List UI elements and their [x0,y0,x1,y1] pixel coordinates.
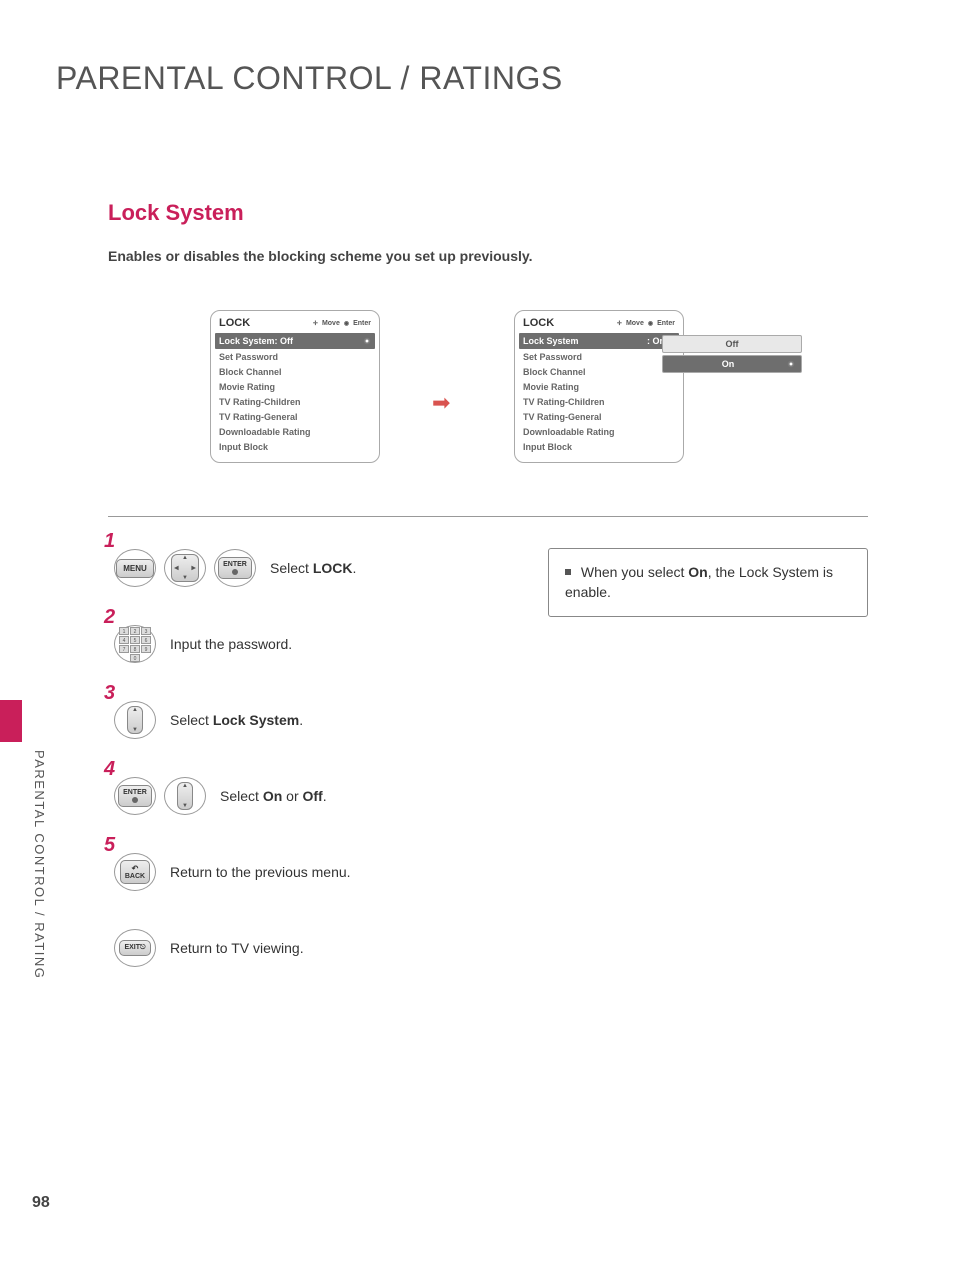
osd-item: Block Channel [211,364,379,379]
radio-icon [787,360,795,368]
osd-item: Set Password [515,349,683,364]
number-keypad-icon: 123 456 789 0 [119,627,151,662]
remote-button-wrap: ENTER [214,549,256,587]
exit-button: EXIT⎋ [119,940,150,956]
step-1: 1 MENU ▲▼◀▶ ENTER Select LOCK. [114,544,534,592]
page-number: 98 [32,1194,50,1212]
step-number: 1 [104,530,115,553]
sidebar-label: PARENTAL CONTROL / RATING [32,750,47,979]
page-title: PARENTAL CONTROL / RATINGS [56,60,563,97]
step-number: 5 [104,834,115,857]
remote-button-wrap: ▲▼ [164,777,206,815]
osd-hints: ✛Move ◉Enter [617,320,675,327]
osd-hints: ✛Move ◉Enter [313,320,371,327]
enter-button: ENTER [118,785,152,807]
remote-button-wrap: ENTER [114,777,156,815]
step-number: 2 [104,606,115,629]
step-5: 5 ↶ BACK Return to the previous menu. [114,848,534,896]
osd-lock-system-row: Lock System : Off [215,333,375,349]
osd-item: TV Rating-Children [211,394,379,409]
osd-title: LOCK [219,317,250,329]
step-4: 4 ENTER ▲▼ Select On or Off. [114,772,534,820]
step-text: Input the password. [170,636,292,652]
osd-lock-system-row: Lock System : On [519,333,679,349]
step-text: Return to the previous menu. [170,864,351,880]
step-3: 3 ▲▼ Select Lock System. [114,696,534,744]
dpad-vertical-button: ▲▼ [177,782,193,810]
step-number: 3 [104,682,115,705]
step-exit: EXIT⎋ Return to TV viewing. [114,924,534,972]
remote-button-wrap: ▲▼ [114,701,156,739]
divider [108,516,868,517]
remote-button-wrap: EXIT⎋ [114,929,156,967]
dpad-button: ▲▼◀▶ [171,554,199,582]
osd-popup: Off On [662,335,802,375]
dpad-vertical-button: ▲▼ [127,706,143,734]
step-text: Select On or Off. [220,788,327,804]
step-text: Return to TV viewing. [170,940,304,956]
osd-item: Input Block [211,439,379,454]
step-text: Select Lock System. [170,712,303,728]
step-number: 4 [104,758,115,781]
step-2: 2 123 456 789 0 Input the password. [114,620,534,668]
osd-item: TV Rating-General [211,409,379,424]
radio-icon [363,337,371,345]
remote-button-wrap: ▲▼◀▶ [164,549,206,587]
menu-button: MENU [116,559,154,578]
popup-option-on: On [662,355,802,373]
osd-item: TV Rating-Children [515,394,683,409]
section-title: Lock System [108,200,244,226]
osd-item: TV Rating-General [515,409,683,424]
osd-item: Downloadable Rating [211,424,379,439]
note-box: When you select On, the Lock System is e… [548,548,868,617]
sidebar-tab [0,700,22,742]
osd-item: Downloadable Rating [515,424,683,439]
remote-button-wrap: 123 456 789 0 [114,625,156,663]
osd-item: Set Password [211,349,379,364]
arrow-right-icon: ➡ [432,390,450,416]
remote-button-wrap: MENU [114,549,156,587]
osd-panel-off: LOCK ✛Move ◉Enter Lock System : Off Set … [210,310,380,463]
bullet-icon [565,569,571,575]
osd-item: Movie Rating [211,379,379,394]
osd-panel-on: LOCK ✛Move ◉Enter Lock System : On Set P… [514,310,684,463]
step-text: Select LOCK. [270,560,356,576]
osd-item: Movie Rating [515,379,683,394]
section-description: Enables or disables the blocking scheme … [108,248,533,264]
popup-option-off: Off [662,335,802,353]
osd-item: Block Channel [515,364,683,379]
osd-item: Input Block [515,439,683,454]
osd-title: LOCK [523,317,554,329]
steps-list: 1 MENU ▲▼◀▶ ENTER Select LOCK. 2 123 456… [114,544,534,1000]
remote-button-wrap: ↶ BACK [114,853,156,891]
back-button: ↶ BACK [120,860,150,884]
enter-button: ENTER [218,557,252,579]
